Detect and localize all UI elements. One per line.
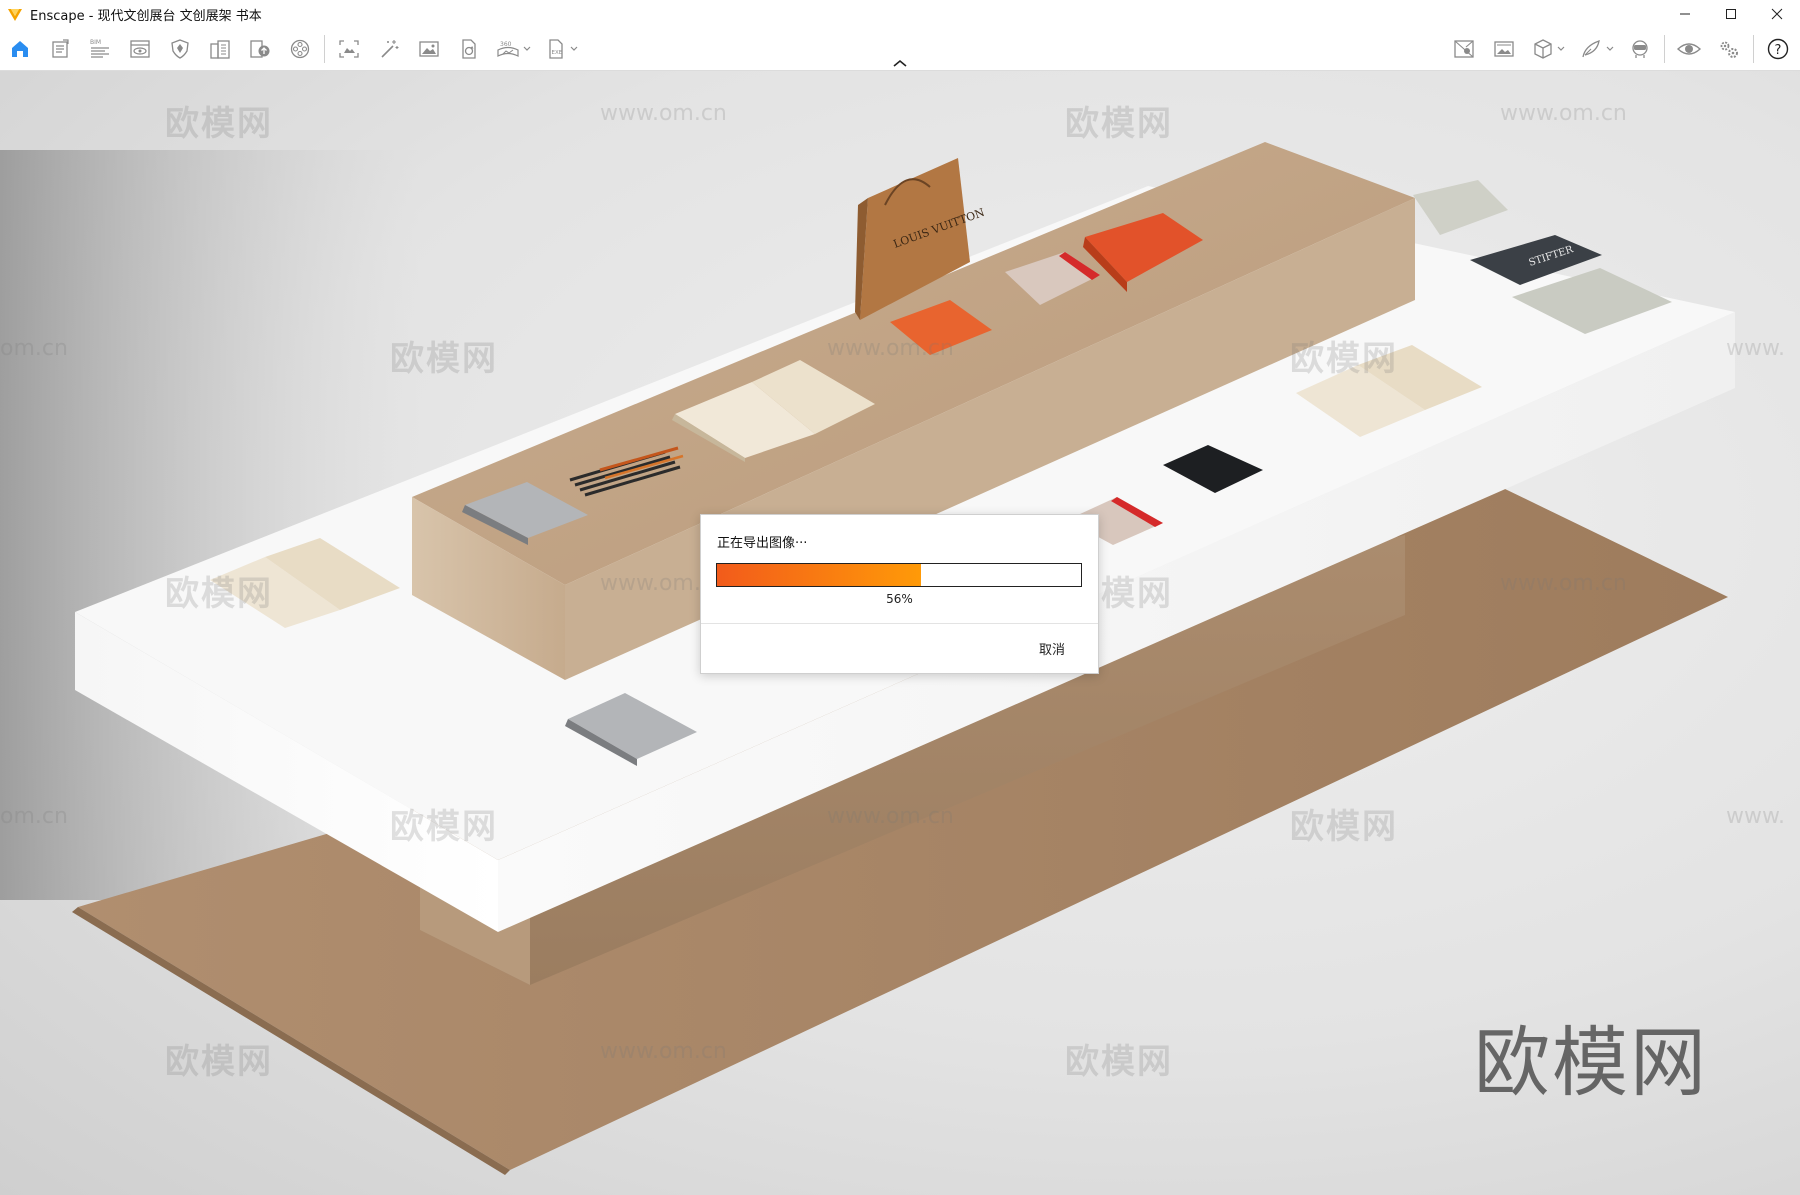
watermark-url: www.om.cn <box>600 1039 727 1064</box>
home-button[interactable] <box>0 28 40 70</box>
watermark-brand: 欧模网 <box>165 574 273 614</box>
vr-headset-button[interactable] <box>1620 28 1660 70</box>
watermark-url: om.cn <box>0 336 68 361</box>
watermark-brand-large: 欧模网 <box>1474 1018 1708 1107</box>
building-icon <box>210 40 230 59</box>
toolbar-separator <box>324 35 325 63</box>
progress-bar-fill <box>717 564 921 586</box>
gears-icon <box>1720 41 1738 58</box>
svg-text:EXE: EXE <box>551 50 562 56</box>
progress-percent: 56% <box>886 592 913 606</box>
cancel-button[interactable]: 取消 <box>1039 639 1065 658</box>
export-progress-bar <box>716 563 1082 587</box>
watermark-brand: 欧模网 <box>1065 104 1173 144</box>
svg-text:360: 360 <box>500 41 512 48</box>
watermark-brand: 欧模网 <box>390 339 498 379</box>
watermark-url: www.om.cn <box>827 804 954 829</box>
close-button[interactable] <box>1754 0 1800 28</box>
enscape-logo-icon <box>8 9 22 21</box>
exe-file-icon: EXE <box>548 39 562 59</box>
watermark-url: www.om.cn <box>1500 101 1627 126</box>
watermark-brand: 欧模网 <box>165 1042 273 1082</box>
views-button[interactable] <box>120 28 160 70</box>
svg-text:?: ? <box>1775 43 1782 58</box>
chevron-down-icon <box>1557 46 1564 51</box>
materials-button[interactable] <box>200 28 240 70</box>
cube-icon <box>1533 39 1552 59</box>
frame-capture-icon <box>339 40 359 58</box>
dialog-title: 正在导出图像··· <box>717 536 808 551</box>
general-settings-button[interactable] <box>1709 28 1749 70</box>
minimize-button[interactable] <box>1662 0 1708 28</box>
toolbar-separator <box>1753 35 1754 63</box>
shield-icon <box>171 39 189 59</box>
window-title: Enscape - 现代文创展台 文创展架 书本 <box>30 8 262 24</box>
view-mode-button[interactable] <box>1524 28 1572 70</box>
asset-library-button[interactable] <box>160 28 200 70</box>
watermark-url: www.om.cn <box>1500 571 1627 596</box>
close-icon <box>1771 8 1783 20</box>
watermark-brand: 欧模网 <box>1290 339 1398 379</box>
home-icon <box>12 41 28 57</box>
title-bar: Enscape - 现代文创展台 文创展架 书本 <box>0 0 1800 28</box>
chevron-down-icon <box>570 46 577 51</box>
bim-icon: BIM <box>90 39 109 58</box>
export-progress-dialog: 正在导出图像··· 56% 取消 <box>700 514 1099 674</box>
toolbar-separator <box>1664 35 1665 63</box>
watermark-url: www. <box>1726 804 1785 829</box>
upload-button[interactable] <box>240 28 280 70</box>
toolbar-left-group: BIM 360 EXE <box>0 28 585 70</box>
chevron-down-icon <box>523 46 530 51</box>
image-icon <box>419 41 439 57</box>
watermark-brand: 欧模网 <box>1290 807 1398 847</box>
file-refresh-icon <box>462 39 476 59</box>
minimize-icon <box>1680 13 1690 15</box>
feather-icon <box>1581 40 1600 58</box>
chevron-down-icon <box>1606 46 1613 51</box>
watermark-url: www.om.cn <box>600 101 727 126</box>
eye-icon <box>1676 43 1702 55</box>
help-icon: ? <box>1767 38 1789 60</box>
toolbar-right-group: ? <box>1444 28 1798 70</box>
batch-render-button[interactable] <box>449 28 489 70</box>
watermark-brand: 欧模网 <box>1065 1042 1173 1082</box>
image-export-button[interactable] <box>1484 28 1524 70</box>
magic-wand-icon <box>381 40 399 58</box>
map-pin-icon <box>1454 40 1474 58</box>
screenshot-button[interactable] <box>409 28 449 70</box>
watermark-brand: 欧模网 <box>165 104 273 144</box>
eye-window-icon <box>130 40 150 58</box>
sage-book <box>1413 180 1508 235</box>
vr-person-icon <box>1632 40 1648 58</box>
picture-icon <box>1494 41 1514 57</box>
render-settings-button[interactable] <box>280 28 320 70</box>
maximize-icon <box>1726 9 1736 19</box>
film-reel-icon <box>290 39 310 59</box>
project-manager-button[interactable] <box>40 28 80 70</box>
watermark-url: om.cn <box>0 804 68 829</box>
maximize-button[interactable] <box>1708 0 1754 28</box>
document-list-icon <box>52 39 69 58</box>
window-controls <box>1662 0 1800 28</box>
collapse-toolbar-icon[interactable] <box>891 58 909 68</box>
svg-text:BIM: BIM <box>90 39 101 46</box>
help-button[interactable]: ? <box>1758 28 1798 70</box>
collaboration-button[interactable] <box>1572 28 1620 70</box>
panorama-360-button[interactable]: 360 <box>489 28 537 70</box>
bim-info-button[interactable]: BIM <box>80 28 120 70</box>
magic-button[interactable] <box>369 28 409 70</box>
watermark-url: www. <box>1726 336 1785 361</box>
watermark-url: www.om.cn <box>827 336 954 361</box>
panorama-360-icon: 360 <box>496 41 519 57</box>
capture-button[interactable] <box>329 28 369 70</box>
book-upload-icon <box>250 40 270 58</box>
watermark-brand: 欧模网 <box>390 807 498 847</box>
visual-settings-button[interactable] <box>1669 28 1709 70</box>
export-exe-button[interactable]: EXE <box>537 28 585 70</box>
dialog-divider <box>701 623 1098 624</box>
site-context-button[interactable] <box>1444 28 1484 70</box>
